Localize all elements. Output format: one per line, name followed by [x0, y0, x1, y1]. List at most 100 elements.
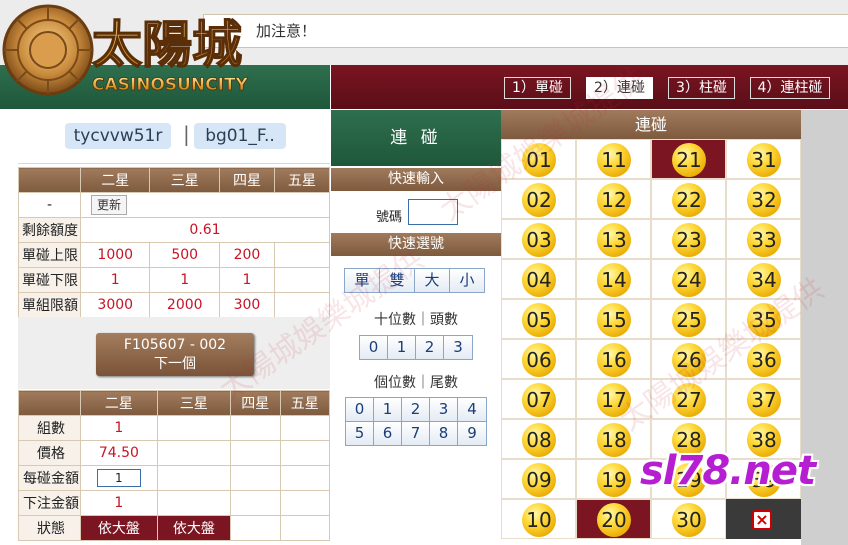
number-cell-30[interactable]: 30 — [651, 499, 726, 539]
number-cell-11[interactable]: 11 — [576, 139, 651, 179]
number-cell-21[interactable]: 21 — [651, 139, 726, 179]
units-button-5[interactable]: 5 — [346, 422, 374, 445]
number-ball: 09 — [522, 463, 556, 497]
number-cell-13[interactable]: 13 — [576, 219, 651, 259]
number-ball: 17 — [597, 383, 631, 417]
number-ball: 35 — [747, 303, 781, 337]
number-input[interactable] — [408, 199, 458, 225]
table-row: 每碰金額 1 — [18, 465, 331, 491]
units-button-0[interactable]: 0 — [346, 398, 374, 421]
number-cell-31[interactable]: 31 — [726, 139, 801, 179]
table-row: 下注金額 1 — [18, 490, 331, 516]
number-cell-36[interactable]: 36 — [726, 339, 801, 379]
number-cell-15[interactable]: 15 — [576, 299, 651, 339]
number-ball: 10 — [522, 503, 556, 537]
number-cell-26[interactable]: 26 — [651, 339, 726, 379]
number-cell-10[interactable]: 10 — [501, 499, 576, 539]
small-button[interactable]: 小 — [450, 269, 484, 292]
amount-input[interactable]: 1 — [96, 469, 141, 487]
number-cell-23[interactable]: 23 — [651, 219, 726, 259]
number-cell-33[interactable]: 33 — [726, 219, 801, 259]
cell — [273, 242, 331, 268]
col-header: 二星 — [79, 167, 151, 193]
tens-button-1[interactable]: 1 — [388, 336, 416, 359]
number-cell-25[interactable]: 25 — [651, 299, 726, 339]
big-button[interactable]: 大 — [415, 269, 450, 292]
close-icon[interactable]: × — [752, 510, 772, 530]
bet-table: 二星 三星 四星 五星 組數 1 價格 74.50 每碰金額 1 下注金額 1 … — [18, 390, 331, 541]
table-header-row: 二星 三星 四星 五星 — [18, 167, 331, 193]
number-cell-02[interactable]: 02 — [501, 179, 576, 219]
tens-button-2[interactable]: 2 — [416, 336, 444, 359]
tab-multi-hit[interactable]: 2）連碰 — [586, 77, 653, 99]
status-value: 依大盤 — [156, 515, 232, 541]
number-cell-07[interactable]: 07 — [501, 379, 576, 419]
number-cell-12[interactable]: 12 — [576, 179, 651, 219]
number-cell-24[interactable]: 24 — [651, 259, 726, 299]
number-cell-04[interactable]: 04 — [501, 259, 576, 299]
number-cell-16[interactable]: 16 — [576, 339, 651, 379]
number-ball: 20 — [597, 503, 631, 537]
number-ball: 04 — [522, 263, 556, 297]
refresh-button[interactable]: 更新 — [91, 195, 128, 215]
number-ball: 31 — [747, 143, 781, 177]
units-button-8[interactable]: 8 — [430, 422, 458, 445]
number-cell-20[interactable]: 20 — [576, 499, 651, 539]
amount-cell: 1 — [80, 465, 158, 491]
number-cell-06[interactable]: 06 — [501, 339, 576, 379]
quick-input-header: 快速輸入 — [331, 168, 501, 191]
number-ball: 25 — [672, 303, 706, 337]
cell — [273, 267, 331, 293]
number-ball: 36 — [747, 343, 781, 377]
number-cell-03[interactable]: 03 — [501, 219, 576, 259]
row-label: 價格 — [18, 440, 81, 466]
tens-button-0[interactable]: 0 — [360, 336, 388, 359]
number-cell-08[interactable]: 08 — [501, 419, 576, 459]
header-corner — [18, 390, 81, 416]
user-info-row: tycvvw51r | bg01_F.. — [18, 110, 330, 164]
number-cell-34[interactable]: 34 — [726, 259, 801, 299]
units-button-1[interactable]: 1 — [374, 398, 402, 421]
next-draw-button[interactable]: F105607 - 002 下一個 — [96, 333, 254, 376]
tab-pillar-hit[interactable]: 3）柱碰 — [668, 77, 735, 99]
units-button-2[interactable]: 2 — [402, 398, 430, 421]
odd-button[interactable]: 單 — [345, 269, 380, 292]
number-cell-17[interactable]: 17 — [576, 379, 651, 419]
number-cell-32[interactable]: 32 — [726, 179, 801, 219]
even-button[interactable]: 雙 — [380, 269, 415, 292]
number-cell-14[interactable]: 14 — [576, 259, 651, 299]
units-button-7[interactable]: 7 — [402, 422, 430, 445]
number-cell-05[interactable]: 05 — [501, 299, 576, 339]
total-value: 1 — [80, 490, 158, 516]
number-ball: 34 — [747, 263, 781, 297]
number-cell-35[interactable]: 35 — [726, 299, 801, 339]
table-row: 單碰上限 1000 500 200 — [18, 242, 331, 268]
number-ball: 21 — [672, 143, 706, 177]
units-button-3[interactable]: 3 — [430, 398, 458, 421]
number-ball: 02 — [522, 183, 556, 217]
table-row: 組數 1 — [18, 415, 331, 441]
cell: 1 — [218, 267, 275, 293]
tab-multi-pillar-hit[interactable]: 4）連柱碰 — [750, 77, 830, 99]
units-button-6[interactable]: 6 — [374, 422, 402, 445]
number-cell-01[interactable]: 01 — [501, 139, 576, 179]
units-button-4[interactable]: 4 — [458, 398, 486, 421]
refresh-cell: 更新 — [80, 192, 330, 218]
units-button-9[interactable]: 9 — [458, 422, 486, 445]
table-row: 單組限額 3000 2000 300 — [18, 292, 331, 318]
number-cell-09[interactable]: 09 — [501, 459, 576, 499]
number-cell-37[interactable]: 37 — [726, 379, 801, 419]
number-cell-22[interactable]: 22 — [651, 179, 726, 219]
quick-select-header: 快速選號 — [331, 233, 501, 256]
number-ball: 23 — [672, 223, 706, 257]
price-value: 74.50 — [80, 440, 158, 466]
tab-single-hit[interactable]: 1）單碰 — [504, 77, 571, 99]
number-cell-27[interactable]: 27 — [651, 379, 726, 419]
number-ball: 12 — [597, 183, 631, 217]
cell — [273, 292, 331, 318]
cell: 1000 — [79, 242, 151, 268]
row-label: 單碰上限 — [18, 242, 81, 268]
cell: 2000 — [149, 292, 220, 318]
table-row: - 更新 — [18, 192, 330, 218]
tens-button-3[interactable]: 3 — [444, 336, 472, 359]
